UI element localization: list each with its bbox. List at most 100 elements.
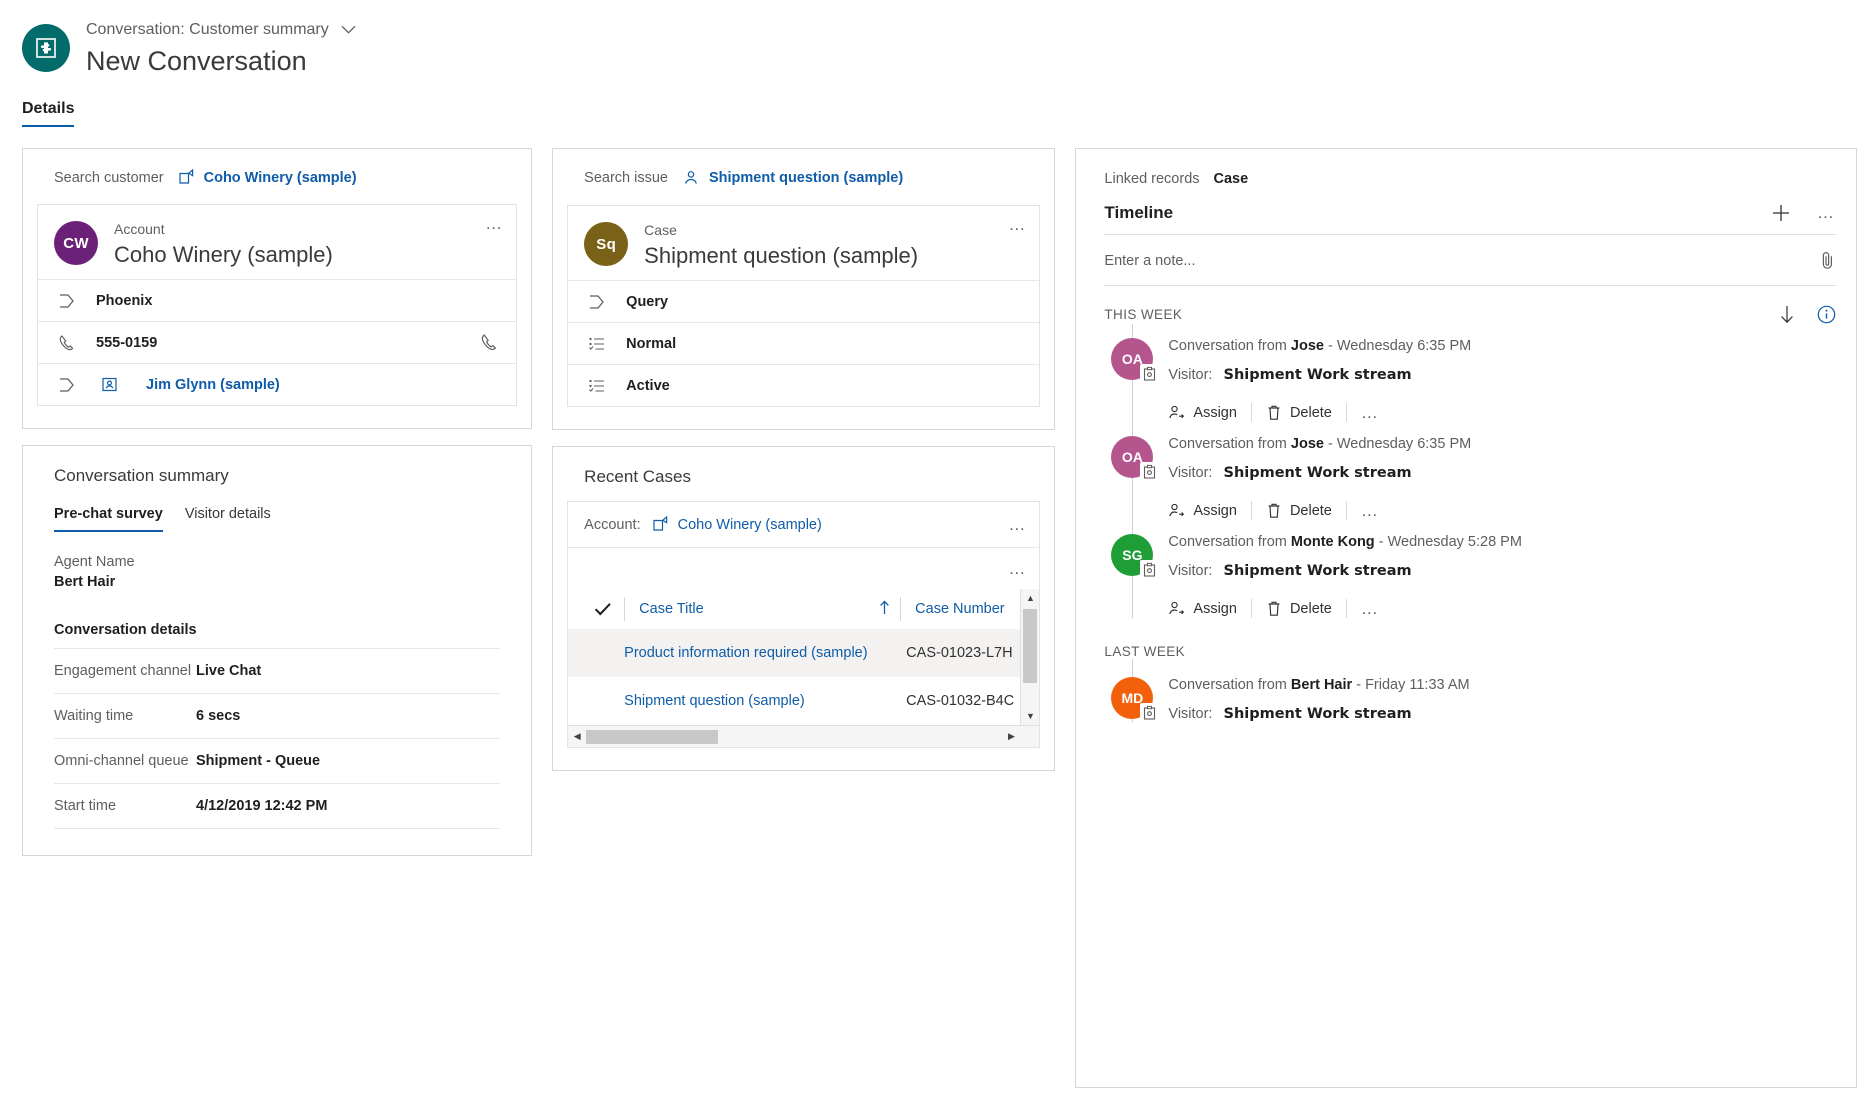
column-customer: Search customer Coho Winery (sample) CW … [22,148,532,1088]
timeline-event-commands: Assign Delete … [1168,403,1856,422]
account-card-overflow-button[interactable]: … [485,219,504,229]
delete-button[interactable]: Delete [1266,502,1346,519]
recent-cases-account-link[interactable]: Coho Winery (sample) [678,517,822,533]
timeline-title: Timeline [1104,203,1173,223]
detail-row-omni-channel-queue: Omni-channel queue Shipment - Queue [54,738,500,783]
grid-horizontal-scrollbar[interactable]: ◀ ▶ [568,725,1039,747]
event-actor: Jose [1291,338,1324,354]
event-prefix: Conversation from [1168,677,1286,693]
table-row[interactable]: Shipment question (sample) CAS-01032-B4C [568,677,1039,725]
grid-vertical-scrollbar[interactable]: ▲ ▼ [1020,589,1039,725]
avatar: OA [1111,338,1153,380]
info-circle-icon[interactable] [1817,305,1836,324]
checklist-icon [584,378,610,394]
arrow-down-icon[interactable] [1779,305,1795,324]
delete-button[interactable]: Delete [1266,404,1346,421]
contact-name-link[interactable]: Jim Glynn (sample) [146,377,280,393]
linked-records-label: Linked records [1104,171,1199,187]
timeline-event[interactable]: MD Conversation from Bert Hair - Friday … [1104,659,1856,722]
timeline-events-this-week: OA Conversation from Jose - Wednesday 6:… [1076,324,1856,618]
table-row[interactable]: Product information required (sample) CA… [568,629,1039,677]
ellipsis-icon[interactable]: … [1817,208,1836,218]
phone-call-icon[interactable] [476,333,502,352]
scroll-thumb[interactable] [586,730,718,744]
header-text: Conversation: Customer summary New Conve… [86,20,356,78]
customer-lookup-link[interactable]: Coho Winery (sample) [204,170,357,186]
detail-value: Shipment - Queue [196,753,320,769]
checkmark-icon[interactable] [582,602,624,616]
tab-details[interactable]: Details [22,100,74,127]
column-header-case-title[interactable]: Case Title [624,597,900,621]
account-card: CW Account Coho Winery (sample) … Phoeni… [37,204,517,406]
issue-lookup[interactable]: Shipment question (sample) [682,169,903,187]
event-overflow-button[interactable]: … [1361,408,1380,418]
plus-icon[interactable] [1771,203,1791,223]
detail-value: 4/12/2019 12:42 PM [196,798,327,814]
recent-cases-overflow-button[interactable]: … [1008,520,1027,530]
case-card: Sq Case Shipment question (sample) … Que… [567,205,1040,407]
avatar: Sq [584,222,628,266]
visitor-label: Visitor: [1168,563,1212,579]
column-header-label: Case Title [639,601,703,617]
chevron-down-icon[interactable] [341,20,356,40]
column-header-case-number[interactable]: Case Number [900,597,1012,621]
customer-lookup[interactable]: Coho Winery (sample) [178,169,357,186]
detail-row-engagement-channel: Engagement channel Live Chat [54,648,500,693]
event-dash: - [1356,677,1361,693]
tag-icon [54,293,80,309]
account-name: Coho Winery (sample) [114,240,333,269]
detail-value: 6 secs [196,708,240,724]
recent-cases-command-overflow-button[interactable]: … [1008,564,1027,574]
timeline-group-header-last-week: LAST WEEK [1104,644,1836,659]
avatar: CW [54,221,98,265]
case-type-value: Query [626,294,668,310]
scroll-right-icon[interactable]: ▶ [1002,731,1020,742]
tag-icon [584,294,610,310]
linked-records-value[interactable]: Case [1214,171,1249,187]
event-dash: - [1379,534,1384,550]
case-title-link[interactable]: Product information required (sample) [624,645,906,661]
timeline-group-label: LAST WEEK [1104,644,1185,659]
event-timestamp: Wednesday 5:28 PM [1388,534,1522,550]
event-overflow-button[interactable]: … [1361,506,1380,516]
detail-key: Omni-channel queue [54,753,196,769]
assign-button[interactable]: Assign [1168,404,1251,421]
delete-button[interactable]: Delete [1266,600,1346,617]
assign-person-icon [1168,600,1185,617]
assign-button[interactable]: Assign [1168,600,1251,617]
account-card-header: CW Account Coho Winery (sample) … [38,205,516,279]
visitor-value: Shipment Work stream [1224,367,1412,383]
tag-icon [54,377,80,393]
case-row-type: Query [568,280,1039,322]
sort-asc-arrow-icon[interactable] [879,600,890,619]
issue-lookup-link[interactable]: Shipment question (sample) [709,170,903,186]
tab-pre-chat-survey[interactable]: Pre-chat survey [54,506,163,532]
detail-key: Start time [54,798,196,814]
breadcrumb[interactable]: Conversation: Customer summary [86,20,356,40]
divider [1251,403,1252,422]
note-input-row[interactable]: Enter a note... [1104,235,1836,286]
contact-lookup[interactable]: Jim Glynn (sample) [96,376,280,393]
tab-visitor-details[interactable]: Visitor details [185,506,271,532]
recent-cases-account-row: Account: Coho Winery (sample) … [568,502,1039,547]
case-title-link[interactable]: Shipment question (sample) [624,693,906,709]
account-card-names: Account Coho Winery (sample) [114,221,333,269]
scroll-thumb[interactable] [1023,609,1037,683]
case-card-overflow-button[interactable]: … [1008,220,1027,230]
note-input-placeholder[interactable]: Enter a note... [1104,253,1195,269]
paperclip-icon[interactable] [1819,251,1836,270]
event-prefix: Conversation from [1168,338,1286,354]
scroll-left-icon[interactable]: ◀ [568,731,586,742]
timeline-event[interactable]: OA Conversation from Jose - Wednesday 6:… [1104,324,1856,422]
trash-icon [1266,502,1282,519]
case-entity-type: Case [644,222,918,239]
event-prefix: Conversation from [1168,436,1286,452]
scroll-down-icon[interactable]: ▼ [1021,707,1039,725]
timeline-event[interactable]: OA Conversation from Jose - Wednesday 6:… [1104,422,1856,520]
recent-cases-command-bar: … [568,547,1039,589]
scroll-up-icon[interactable]: ▲ [1021,589,1039,607]
event-overflow-button[interactable]: … [1361,604,1380,614]
assign-button[interactable]: Assign [1168,502,1251,519]
timeline-event[interactable]: SG Conversation from Monte Kong - Wednes… [1104,520,1856,618]
case-number-cell: CAS-01032-B4C [906,693,1014,709]
